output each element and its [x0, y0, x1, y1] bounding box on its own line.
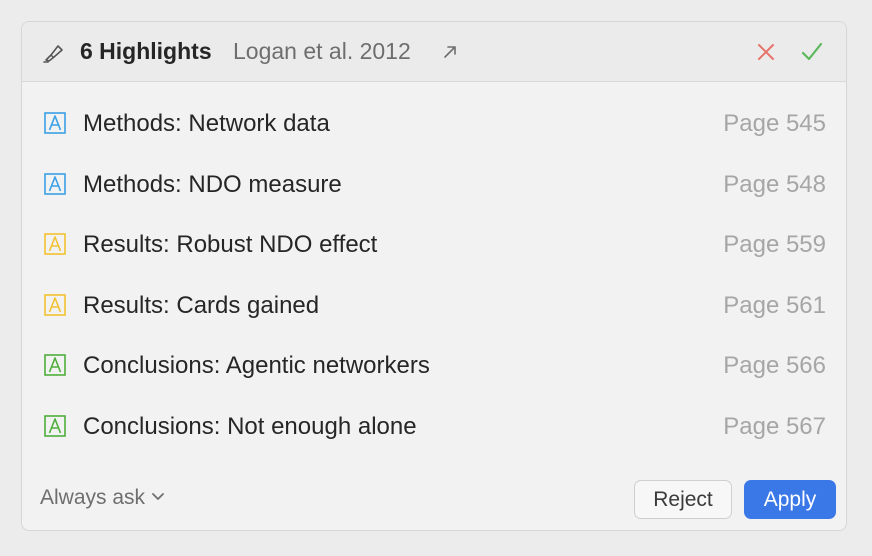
- highlight-label: Conclusions: Not enough alone: [83, 412, 417, 440]
- always-ask-dropdown[interactable]: Always ask: [40, 486, 165, 510]
- highlight-annotation-icon: [44, 415, 66, 437]
- highlight-row[interactable]: Results: Robust NDO effect Page 559: [22, 215, 846, 276]
- highlight-annotation-icon: [44, 233, 66, 255]
- highlight-row[interactable]: Conclusions: Agentic networkers Page 566: [22, 336, 846, 397]
- highlighter-icon: [43, 45, 63, 63]
- highlight-label: Methods: NDO measure: [83, 170, 342, 198]
- highlight-annotation-icon: [44, 112, 66, 134]
- highlight-page-number: Page 566: [723, 352, 826, 380]
- always-ask-label: Always ask: [40, 486, 146, 509]
- highlight-row[interactable]: Methods: NDO measure Page 548: [22, 155, 846, 216]
- highlight-label: Conclusions: Agentic networkers: [83, 352, 430, 380]
- reject-all-close-icon[interactable]: [754, 40, 778, 64]
- highlights-list: Methods: Network data Page 545 Methods: ND…: [22, 94, 846, 458]
- highlight-page-number: Page 559: [723, 231, 826, 259]
- external-link-icon[interactable]: [442, 44, 458, 60]
- highlight-annotation-icon: [44, 172, 66, 195]
- highlight-label: Methods: Network data: [83, 110, 330, 137]
- highlight-page-number: Page 567: [723, 412, 826, 440]
- source-citation[interactable]: Logan et al. 2012: [233, 38, 411, 65]
- highlight-annotation-icon: [44, 354, 66, 377]
- highlight-row[interactable]: Results: Cards gained Page 561: [22, 276, 846, 337]
- highlights-panel: 6 Highlights Logan et al. 2012 Methods: …: [21, 21, 847, 531]
- chevron-down-icon: [152, 493, 164, 500]
- highlight-page-number: Page 548: [723, 170, 826, 198]
- reject-button[interactable]: Reject: [634, 480, 732, 519]
- panel-header: 6 Highlights Logan et al. 2012: [22, 22, 846, 82]
- highlights-count-title: 6 Highlights: [80, 38, 212, 64]
- accept-all-checkmark-icon[interactable]: [799, 39, 825, 65]
- highlight-label: Results: Cards gained: [83, 291, 320, 319]
- highlight-annotation-icon: [44, 293, 66, 316]
- highlight-row[interactable]: Conclusions: Not enough alone Page 567: [22, 397, 846, 458]
- highlight-page-number: Page 545: [723, 110, 826, 137]
- apply-button[interactable]: Apply: [744, 480, 836, 519]
- highlight-label: Results: Robust NDO effect: [83, 231, 378, 259]
- highlight-row[interactable]: Methods: Network data Page 545: [22, 94, 846, 155]
- highlight-page-number: Page 561: [723, 291, 826, 319]
